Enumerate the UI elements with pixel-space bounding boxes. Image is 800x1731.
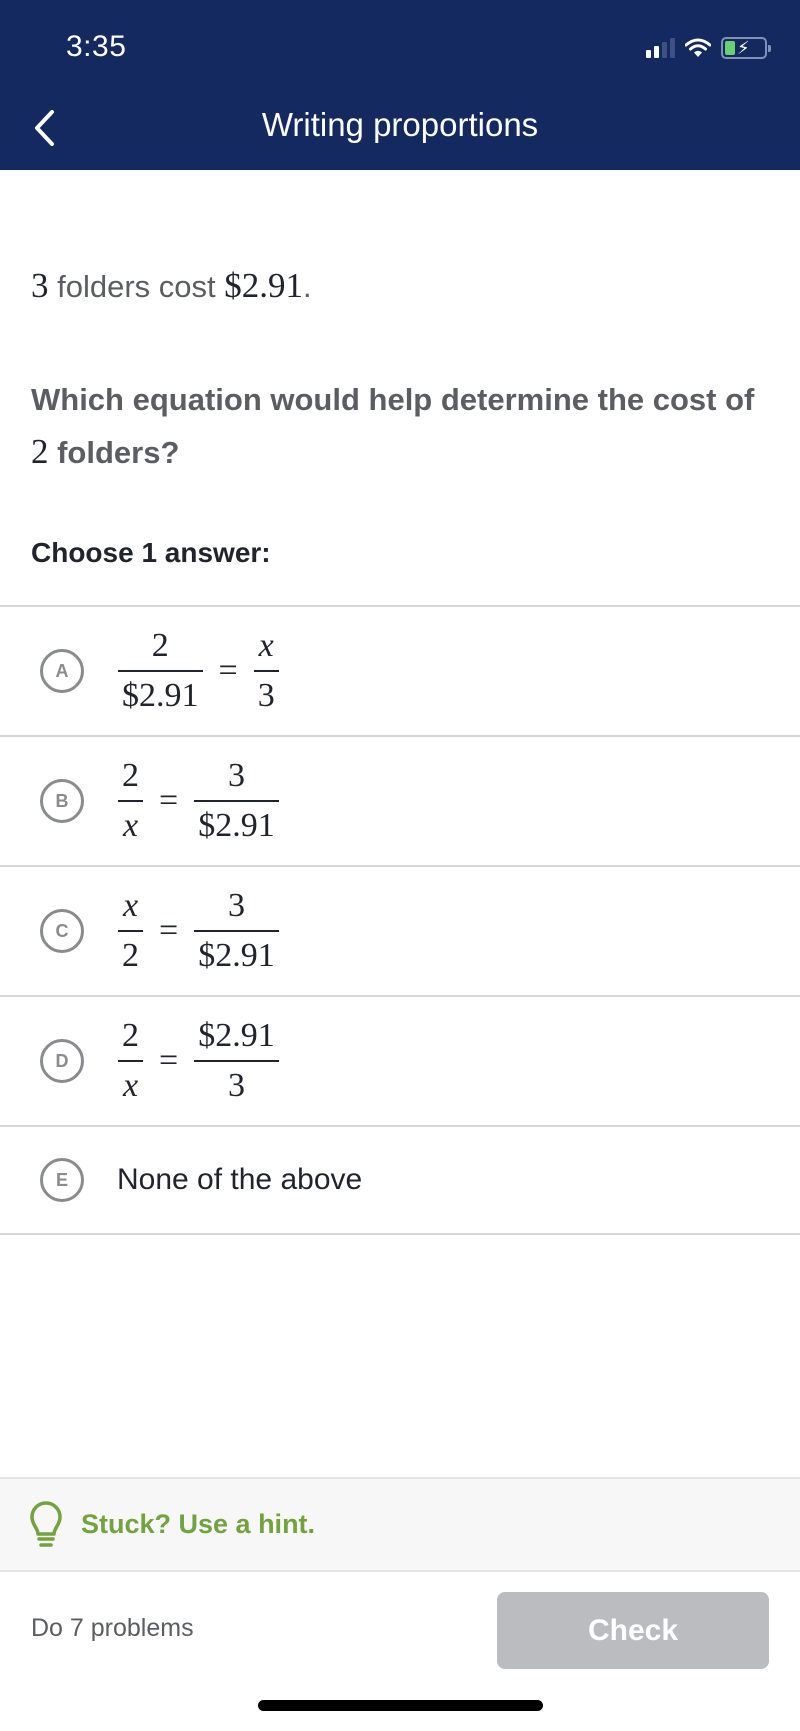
option-letter-badge: A bbox=[40, 649, 84, 693]
fraction-left: 2 x bbox=[118, 1016, 143, 1106]
status-icons: ⚡︎ bbox=[646, 36, 771, 60]
option-letter-badge: E bbox=[40, 1158, 84, 1202]
option-letter-badge: D bbox=[40, 1039, 84, 1083]
denominator: 3 bbox=[227, 1067, 245, 1104]
denominator: $2.91 bbox=[198, 807, 275, 844]
fraction-bar bbox=[194, 930, 279, 932]
numerator: 2 bbox=[122, 757, 139, 794]
equation: 2 $2.91 = x 3 bbox=[118, 626, 279, 716]
answer-option-b[interactable]: B 2 x = 3 $2.91 bbox=[0, 735, 800, 865]
equation: 2 x = 3 $2.91 bbox=[118, 756, 279, 846]
option-text: None of the above bbox=[117, 1163, 363, 1196]
answer-option-c[interactable]: C x 2 = 3 $2.91 bbox=[0, 865, 800, 995]
fraction-bar bbox=[118, 1060, 143, 1062]
numerator: $2.91 bbox=[198, 1017, 275, 1054]
equation: x 2 = 3 $2.91 bbox=[118, 886, 279, 976]
charging-bolt-icon: ⚡︎ bbox=[737, 38, 750, 58]
question-number: 2 bbox=[31, 432, 49, 471]
fraction-left: 2 x bbox=[118, 756, 143, 846]
fraction-right: $2.91 3 bbox=[194, 1016, 279, 1106]
fraction-left: x 2 bbox=[118, 886, 143, 976]
stem-text: folders cost bbox=[48, 269, 225, 304]
question-text: Which equation would help determine the … bbox=[31, 382, 755, 417]
denominator: $2.91 bbox=[122, 677, 199, 714]
denominator: $2.91 bbox=[198, 937, 275, 974]
numerator: 2 bbox=[122, 1017, 139, 1054]
fraction-bar bbox=[253, 670, 279, 672]
answer-option-d[interactable]: D 2 x = $2.91 3 bbox=[0, 995, 800, 1125]
fraction-bar bbox=[194, 1060, 279, 1062]
option-letter-badge: C bbox=[40, 909, 84, 953]
choose-label: Choose 1 answer: bbox=[31, 537, 271, 568]
problem-count: Do 7 problems bbox=[31, 1614, 194, 1642]
wifi-icon bbox=[685, 38, 711, 57]
cellular-signal-icon bbox=[646, 38, 675, 58]
battery-charging-icon: ⚡︎ bbox=[721, 37, 771, 59]
denominator: x bbox=[122, 1067, 139, 1104]
denominator: x bbox=[122, 807, 139, 844]
stem-price: $2.91 bbox=[224, 266, 303, 305]
home-indicator[interactable] bbox=[258, 1700, 543, 1711]
numerator: x bbox=[258, 627, 274, 664]
numerator: 3 bbox=[227, 887, 245, 924]
denominator: 3 bbox=[257, 677, 275, 714]
fraction-bar bbox=[118, 670, 203, 672]
fraction-bar bbox=[118, 930, 143, 932]
hint-label: Stuck? Use a hint. bbox=[81, 1509, 316, 1539]
equation: 2 x = $2.91 3 bbox=[118, 1016, 279, 1106]
check-button[interactable]: Check bbox=[497, 1592, 769, 1669]
fraction-bar bbox=[118, 800, 143, 802]
option-letter-badge: B bbox=[40, 779, 84, 823]
fraction-right: 3 $2.91 bbox=[194, 756, 279, 846]
app-header: 3:35 ⚡︎ Writing proportions bbox=[0, 0, 800, 170]
denominator: 2 bbox=[122, 937, 139, 974]
answer-option-e[interactable]: E None of the above bbox=[0, 1125, 800, 1235]
fraction-right: x 3 bbox=[253, 626, 279, 716]
numerator: 3 bbox=[227, 757, 245, 794]
stem-number: 3 bbox=[31, 266, 49, 305]
answer-options: A 2 $2.91 = x 3 B 2 x = 3 $2.91 C x 2 = … bbox=[0, 605, 800, 1235]
fraction-left: 2 $2.91 bbox=[118, 626, 203, 716]
equals-sign: = bbox=[159, 1042, 179, 1079]
stem-end: . bbox=[303, 269, 312, 304]
equals-sign: = bbox=[159, 782, 179, 819]
problem-stem: 3 folders cost $2.91. bbox=[31, 266, 312, 306]
equals-sign: = bbox=[218, 652, 238, 689]
lightbulb-icon bbox=[30, 1501, 62, 1547]
fraction-bar bbox=[194, 800, 279, 802]
question-prompt: Which equation would help determine the … bbox=[31, 374, 771, 479]
hint-button[interactable]: Stuck? Use a hint. bbox=[0, 1477, 800, 1572]
battery-level bbox=[725, 41, 735, 55]
page-title: Writing proportions bbox=[261, 106, 539, 143]
status-time: 3:35 bbox=[66, 30, 127, 63]
fraction-right: 3 $2.91 bbox=[194, 886, 279, 976]
answer-option-a[interactable]: A 2 $2.91 = x 3 bbox=[0, 605, 800, 735]
question-text-end: folders? bbox=[48, 435, 180, 470]
equals-sign: = bbox=[159, 912, 179, 949]
numerator: 2 bbox=[151, 627, 169, 664]
numerator: x bbox=[122, 887, 139, 924]
